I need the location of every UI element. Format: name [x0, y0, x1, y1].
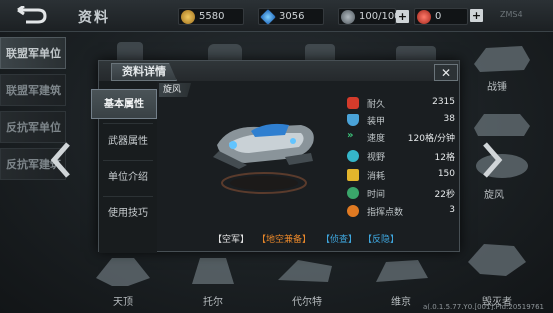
energy-counter: 0	[414, 8, 468, 25]
stat-durability: 耐久 2315	[347, 95, 457, 111]
tab-weapon-attributes[interactable]: 武器属性	[99, 127, 157, 157]
back-arrow-icon	[17, 6, 47, 24]
energy-value: 0	[435, 11, 442, 22]
top-bar: 资料 5580 3056 100/100 + 0 + ZMS4	[0, 0, 553, 32]
crystal-icon	[260, 9, 276, 25]
gold-value: 5580	[199, 11, 225, 22]
tag-scout: 【侦查】	[321, 235, 358, 245]
unit-thumb-hammer[interactable]	[466, 34, 536, 80]
tag-detector: 【反隐】	[363, 235, 400, 245]
gold-counter: 5580	[178, 8, 244, 25]
stat-speed: » 速度 120格/分钟	[347, 129, 457, 145]
stat-label: 时间	[367, 190, 386, 200]
stat-label: 消耗	[367, 172, 386, 182]
tab-unit-intro[interactable]: 单位介绍	[99, 163, 157, 193]
build-version: a(.0.1.5.77.Y0.[001].Pld:20519761	[423, 303, 545, 311]
prev-page-arrow-icon[interactable]	[50, 142, 72, 178]
stat-value: 3	[449, 205, 455, 215]
supply-value: 100/100	[359, 11, 401, 22]
stat-value: 38	[443, 114, 455, 124]
screen: 资料 5580 3056 100/100 + 0 + ZMS4 联盟军单位 联盟…	[0, 0, 553, 313]
supply-counter: 100/100 +	[338, 8, 409, 25]
crystal-value: 3056	[279, 11, 305, 22]
unit-portrait	[213, 123, 314, 194]
unit-thumb-thor[interactable]	[178, 248, 248, 294]
unit-name: 旋风	[159, 83, 192, 97]
unit-tags: 【空军】 【地空兼备】 【侦查】 【反隐】	[167, 229, 457, 245]
next-page-arrow-icon[interactable]	[481, 142, 503, 178]
unit-label-zenith: 天顶	[113, 297, 133, 308]
page-title: 资料	[78, 10, 110, 26]
unit-thumb-viking[interactable]	[366, 248, 436, 294]
stat-value: 150	[437, 169, 455, 179]
add-energy-button[interactable]: +	[470, 9, 483, 22]
gold-coin-icon	[181, 10, 195, 24]
stat-label: 速度	[367, 134, 386, 144]
star-icon	[347, 205, 359, 217]
side-tab-alliance-buildings[interactable]: 联盟军建筑	[0, 74, 66, 106]
stat-value: 22秒	[434, 190, 455, 200]
unit-thumb-delta[interactable]	[272, 248, 342, 294]
cube-icon	[347, 169, 359, 181]
back-button[interactable]	[8, 4, 54, 28]
unit-label-delta: 代尔特	[292, 297, 322, 308]
stat-label: 指挥点数	[367, 208, 404, 218]
tag-air-ground: 【地空兼备】	[257, 235, 312, 245]
side-tab-alliance-units[interactable]: 联盟军单位	[0, 37, 66, 69]
unit-label-hammer: 战锤	[487, 82, 507, 93]
stat-value: 12格	[434, 153, 455, 163]
dialog-title: 资料详情	[111, 63, 177, 81]
stat-cost: 消耗 150	[347, 167, 457, 183]
unit-thumb-tank[interactable]	[466, 98, 536, 144]
supply-icon	[341, 10, 355, 24]
tab-basic-attributes[interactable]: 基本属性	[91, 89, 157, 119]
stat-label: 视野	[367, 153, 386, 163]
unit-thumb-zenith[interactable]	[88, 248, 158, 294]
stat-value: 120格/分钟	[407, 134, 455, 144]
dialog-tabs: 基本属性 武器属性 单位介绍 使用技巧	[91, 81, 157, 253]
speed-icon: »	[347, 130, 354, 141]
heart-icon	[347, 97, 359, 109]
close-icon: ✕	[440, 65, 452, 80]
stat-command-points: 指挥点数 3	[347, 203, 457, 219]
stat-time: 时间 22秒	[347, 185, 457, 201]
stat-label: 耐久	[367, 100, 386, 110]
energy-icon	[417, 10, 431, 24]
eye-icon	[347, 150, 359, 162]
unit-label-cyclone: 旋风	[484, 190, 504, 201]
stat-vision: 视野 12格	[347, 148, 457, 164]
tab-divider	[103, 196, 153, 197]
shield-icon	[347, 114, 359, 126]
stat-armor: 装甲 38	[347, 112, 457, 128]
add-supply-button[interactable]: +	[396, 10, 409, 23]
version-tag: ZMS4	[500, 10, 523, 19]
stat-label: 装甲	[367, 117, 386, 127]
unit-thumb-destroyer[interactable]	[462, 236, 532, 282]
unit-label-thor: 托尔	[203, 297, 223, 308]
clock-icon	[347, 187, 359, 199]
detail-dialog: 资料详情 ✕ 基本属性 武器属性 单位介绍 使用技巧 旋风 耐久 2315 装甲…	[91, 60, 460, 253]
crystal-counter: 3056	[258, 8, 324, 25]
close-button[interactable]: ✕	[434, 64, 458, 81]
side-tab-rebel-units[interactable]: 反抗军单位	[0, 111, 66, 143]
tab-divider	[103, 160, 153, 161]
tab-usage-tips[interactable]: 使用技巧	[99, 199, 157, 229]
tag-air: 【空军】	[213, 235, 250, 245]
tab-divider	[103, 123, 153, 124]
stat-value: 2315	[432, 97, 455, 107]
